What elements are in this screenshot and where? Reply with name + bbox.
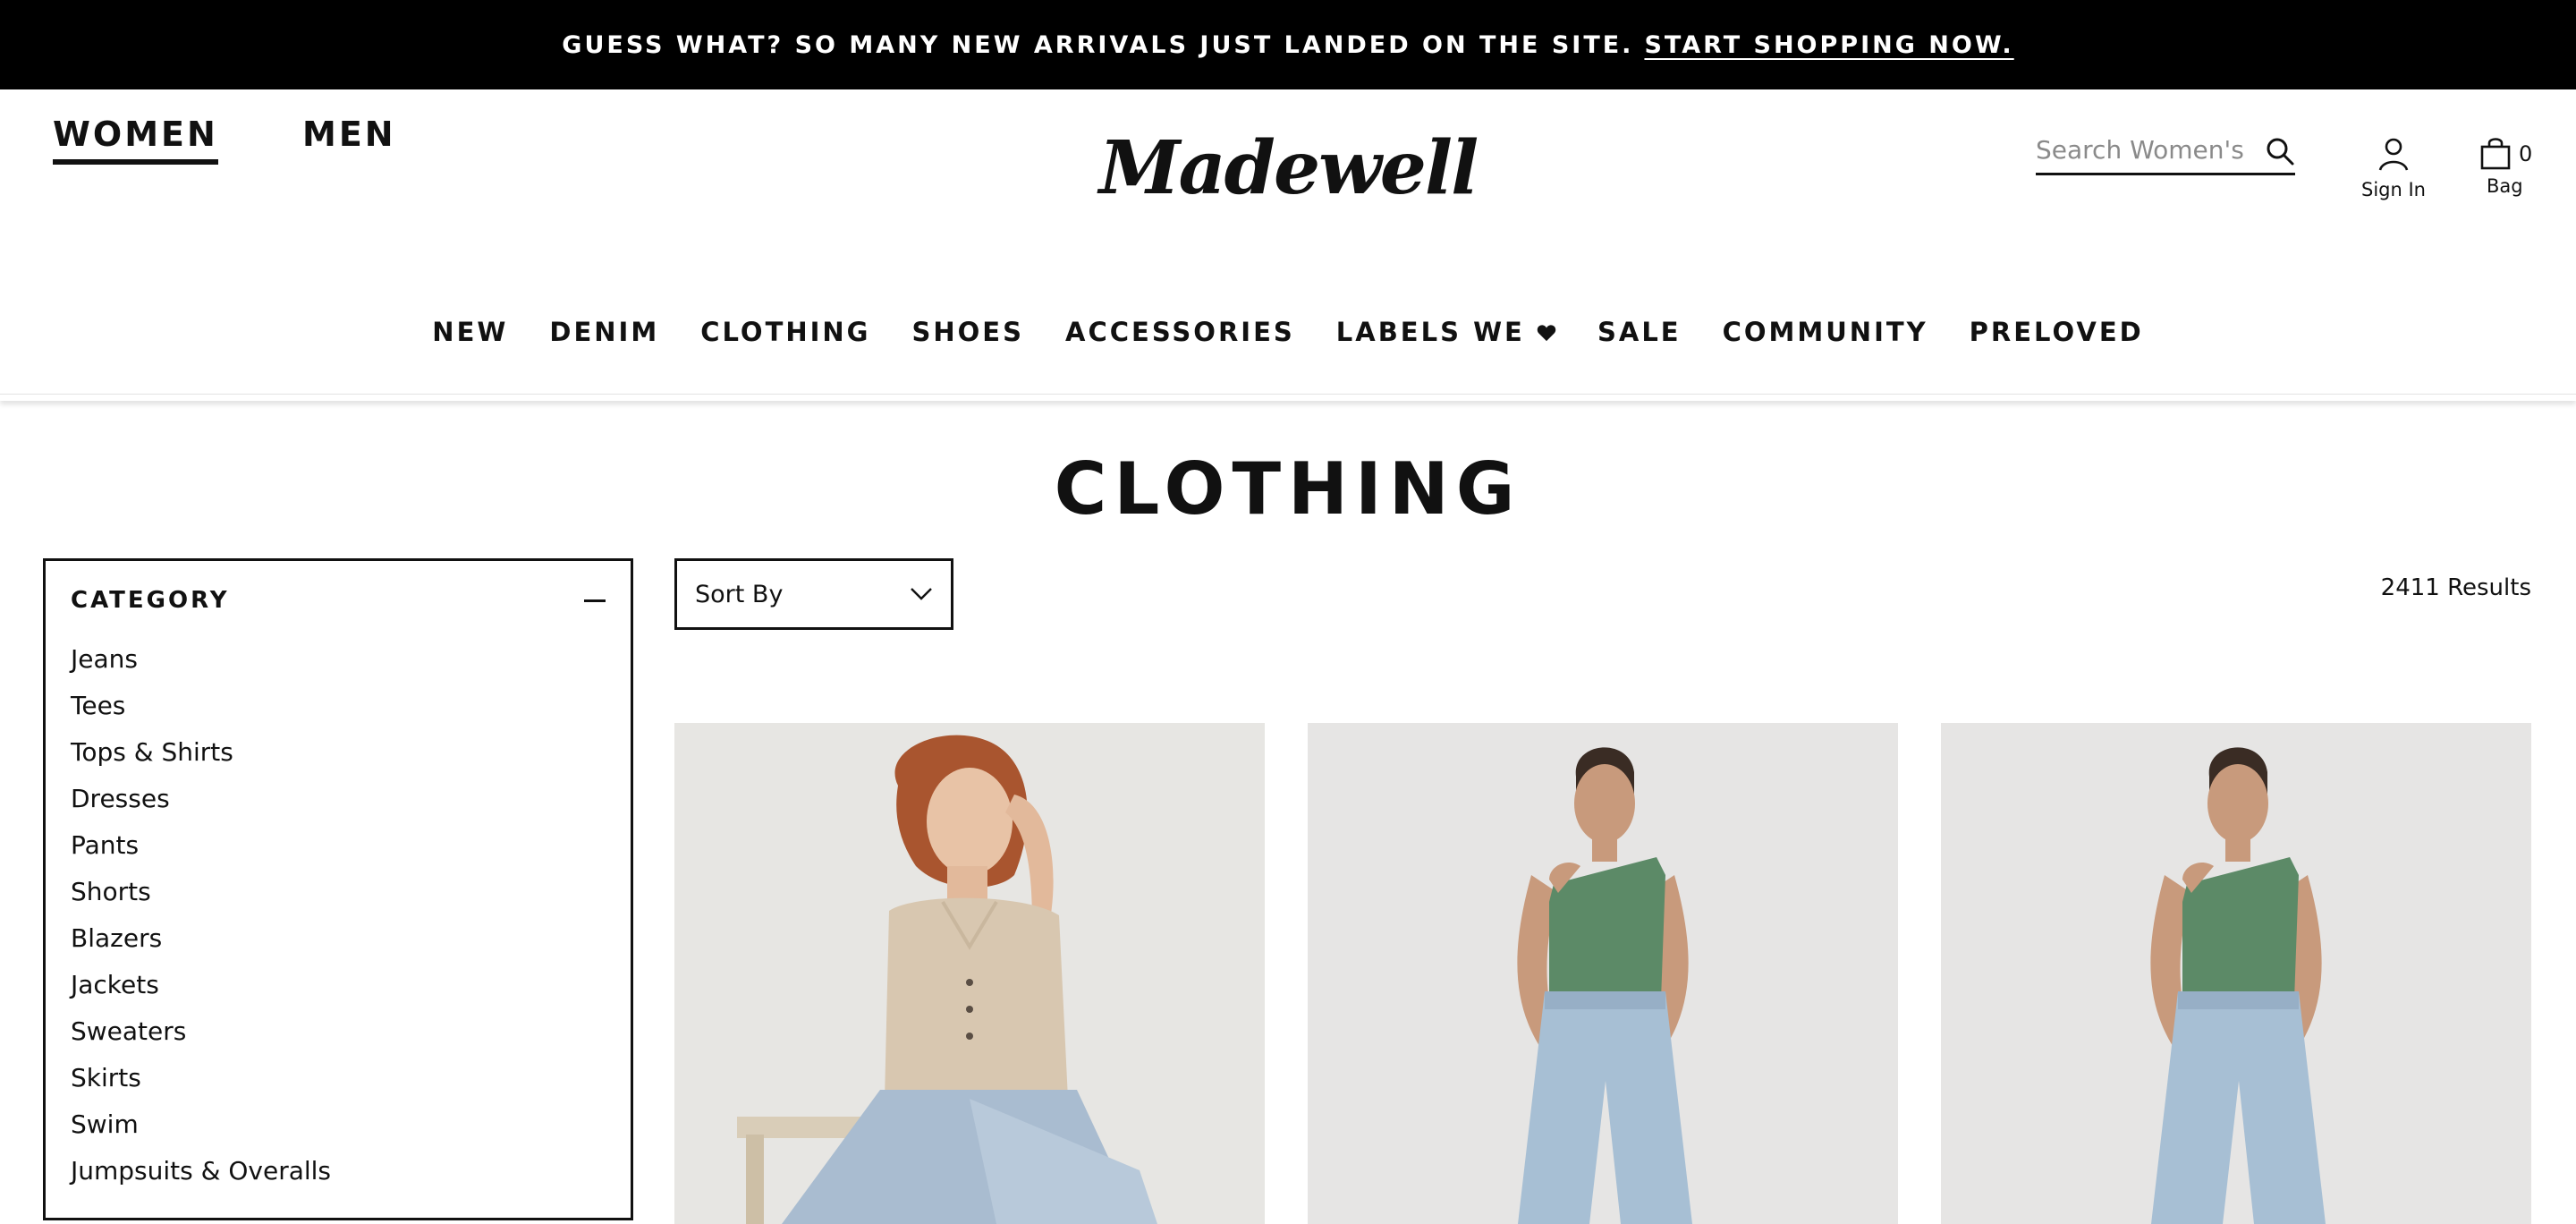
bag-count: 0 bbox=[2519, 141, 2533, 166]
category-item-dresses[interactable]: Dresses bbox=[71, 776, 606, 822]
filter-header[interactable]: CATEGORY bbox=[71, 582, 606, 618]
results-count: 2411 Results bbox=[2380, 574, 2531, 601]
minus-icon[interactable] bbox=[584, 599, 606, 602]
product-tile[interactable] bbox=[674, 723, 1265, 1224]
nav-labels-we-label: LABELS WE bbox=[1335, 317, 1525, 347]
nav-sale[interactable]: SALE bbox=[1577, 317, 1702, 347]
product-image bbox=[1308, 723, 1898, 1224]
category-item-jackets[interactable]: Jackets bbox=[71, 962, 606, 1008]
gender-tab-women[interactable]: WOMEN bbox=[53, 115, 218, 165]
nav-denim[interactable]: DENIM bbox=[529, 317, 680, 347]
category-item-skirts[interactable]: Skirts bbox=[71, 1055, 606, 1101]
user-icon bbox=[2378, 138, 2409, 171]
sort-label: Sort By bbox=[695, 580, 784, 608]
nav-divider bbox=[0, 394, 2576, 401]
category-item-jeans[interactable]: Jeans bbox=[71, 636, 606, 683]
nav-shoes[interactable]: SHOES bbox=[891, 317, 1045, 347]
category-item-sweaters[interactable]: Sweaters bbox=[71, 1008, 606, 1055]
sort-dropdown[interactable]: Sort By bbox=[674, 558, 953, 630]
sign-in-button[interactable]: Sign In bbox=[2361, 136, 2426, 200]
search-input[interactable] bbox=[2036, 135, 2250, 165]
product-tile[interactable] bbox=[1941, 723, 2531, 1224]
heart-icon bbox=[1537, 325, 1556, 342]
promo-banner: GUESS WHAT? SO MANY NEW ARRIVALS JUST LA… bbox=[0, 0, 2576, 89]
product-tile[interactable] bbox=[1308, 723, 1898, 1224]
category-item-tops-shirts[interactable]: Tops & Shirts bbox=[71, 729, 606, 776]
category-nav: NEW DENIM CLOTHING SHOES ACCESSORIES LAB… bbox=[0, 310, 2576, 354]
category-item-tees[interactable]: Tees bbox=[71, 683, 606, 729]
chevron-down-icon bbox=[911, 588, 932, 600]
category-item-pants[interactable]: Pants bbox=[71, 822, 606, 869]
sign-in-label: Sign In bbox=[2361, 179, 2426, 200]
search-icon[interactable] bbox=[2265, 136, 2295, 166]
nav-community[interactable]: COMMUNITY bbox=[1702, 317, 1949, 347]
bag-label: Bag bbox=[2487, 175, 2523, 197]
category-list: Jeans Tees Tops & Shirts Dresses Pants S… bbox=[71, 636, 606, 1194]
category-filter-panel: CATEGORY Jeans Tees Tops & Shirts Dresse… bbox=[43, 558, 633, 1220]
promo-message: GUESS WHAT? SO MANY NEW ARRIVALS JUST LA… bbox=[562, 30, 1634, 59]
category-item-shorts[interactable]: Shorts bbox=[71, 869, 606, 915]
gender-tab-men[interactable]: MEN bbox=[302, 115, 396, 154]
page-title: CLOTHING bbox=[1054, 447, 1522, 531]
logo-text: Madewell bbox=[1098, 125, 1479, 211]
product-image bbox=[1941, 723, 2531, 1224]
category-item-jumpsuits-overalls[interactable]: Jumpsuits & Overalls bbox=[71, 1148, 606, 1194]
nav-new[interactable]: NEW bbox=[411, 317, 529, 347]
bag-button[interactable]: 0 Bag bbox=[2479, 136, 2555, 197]
nav-labels-we-love[interactable]: LABELS WE bbox=[1316, 317, 1577, 347]
search-box bbox=[2036, 127, 2295, 175]
madewell-logo[interactable]: Madewell bbox=[1099, 123, 1479, 213]
category-item-swim[interactable]: Swim bbox=[71, 1101, 606, 1148]
category-item-blazers[interactable]: Blazers bbox=[71, 915, 606, 962]
product-image bbox=[674, 723, 1265, 1224]
filter-heading: CATEGORY bbox=[71, 587, 230, 614]
promo-cta-link[interactable]: START SHOPPING NOW. bbox=[1644, 31, 2013, 59]
nav-preloved[interactable]: PRELOVED bbox=[1949, 317, 2165, 347]
bag-icon bbox=[2480, 138, 2511, 170]
nav-accessories[interactable]: ACCESSORIES bbox=[1045, 317, 1316, 347]
nav-clothing[interactable]: CLOTHING bbox=[680, 317, 891, 347]
